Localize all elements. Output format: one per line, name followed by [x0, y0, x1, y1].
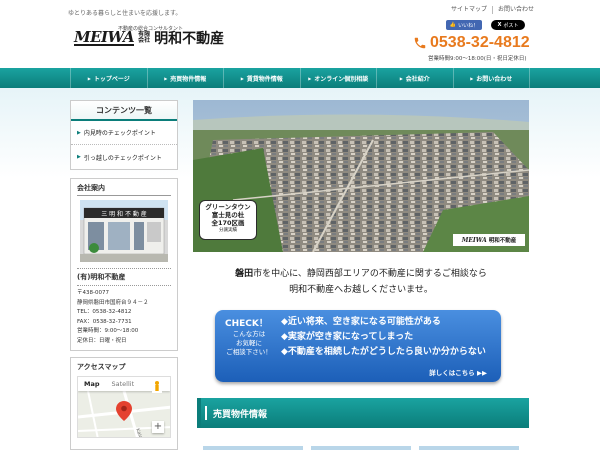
contents-menu-title: コンテンツ一覧 [71, 101, 177, 121]
access-map-box: アクセスマップ Kaidate Map Satellit + [70, 357, 178, 450]
property-card[interactable] [311, 446, 411, 450]
hero-aerial-photo: グリーンタウン 富士見の杜 全170区画 分譲実績 MEIWA 明和不動産 [193, 100, 529, 252]
svg-text:三 明 和 不 動 産: 三 明 和 不 動 産 [101, 210, 147, 218]
access-map-title: アクセスマップ [77, 363, 126, 371]
check-list: ◆近い将来、空き家になる可能性がある ◆実家が空き家になってしまった ◆不動産を… [281, 315, 486, 360]
thumbs-up-icon: 👍 [449, 22, 457, 28]
map-tab-satellite[interactable]: Satellit [106, 377, 141, 391]
check-item: ◆実家が空き家になってしまった [281, 332, 414, 342]
property-card[interactable] [419, 446, 519, 450]
hero-logo-name: 明和不動産 [488, 238, 517, 244]
company-postal: 〒438-0077 [77, 290, 109, 296]
x-post-label: ポスト [503, 22, 519, 29]
contact-link[interactable]: お問い合わせ [492, 6, 539, 14]
site-header: ゆとりある暮らしと住まいを応援します。 不動産の総合コンサルタント MEIWA … [0, 0, 600, 68]
sidebar-item-label: 内見時のチェックポイント [83, 130, 156, 137]
chevron-right-icon: ▶ [164, 75, 168, 81]
office-illustration: 三 明 和 不 動 産 [80, 200, 168, 262]
sidebar-item-moving-checkpoints[interactable]: ▶ 引っ越しのチェックポイント [71, 145, 177, 169]
check-side-line3: ご相談下さい！ [226, 348, 272, 356]
company-tel: TEL：0538-32-4812 [77, 309, 132, 315]
map-tab-map[interactable]: Map [78, 377, 106, 391]
check-more-link[interactable]: 詳しくはこちら ▶▶ [429, 367, 487, 377]
nav-label: お問い合わせ [476, 75, 513, 83]
company-holidays: 定休日：日曜・祝日 [77, 337, 127, 344]
nav-contact[interactable]: ▶ お問い合わせ [454, 68, 530, 88]
facebook-like-label: いいね！ [458, 22, 479, 29]
logo-company-kind: 有限会社 [138, 31, 151, 44]
sidebar: コンテンツ一覧 ▶ 内見時のチェックポイント ▶ 引っ越しのチェックポイント 会… [70, 100, 178, 351]
nav-label: 売買物件情報 [170, 75, 207, 83]
check-title: CHECK！ [225, 319, 268, 329]
intro-line2: 明和不動産へお越しくださいませ。 [289, 285, 433, 295]
chevron-right-icon: ▶ [240, 75, 244, 81]
contents-menu: コンテンツ一覧 ▶ 内見時のチェックポイント ▶ 引っ越しのチェックポイント [70, 100, 178, 170]
sidebar-item-label: 引っ越しのチェックポイント [83, 154, 162, 162]
x-icon: X [497, 22, 502, 28]
company-address: 静岡県磐田市国府台９４－２ [77, 299, 149, 306]
intro-city: 磐田 [235, 269, 254, 279]
nav-online-consultation[interactable]: ▶ オンライン個別相談 [301, 68, 377, 88]
check-item: ◆近い将来、空き家になる可能性がある [281, 317, 441, 327]
phone-number: 0538-32-4812 [430, 34, 530, 51]
hero-logo-mark: MEIWA [461, 236, 487, 244]
nav-label: オンライン個別相談 [314, 75, 369, 83]
chevron-right-icon: ▶ [87, 75, 91, 81]
chevron-right-icon: ▶ [399, 75, 403, 81]
sale-properties-heading: 売買物件情報 [193, 398, 529, 428]
company-name: (有)明和不動産 [77, 268, 171, 286]
triangle-right-icon: ▶ [77, 129, 81, 136]
check-item: ◆不動産を相続したがどうしたら良いか分からない [281, 347, 486, 357]
property-cards-peek [203, 446, 519, 450]
company-info-title: 会社案内 [77, 183, 171, 196]
nav-sale-properties[interactable]: ▶ 売買物件情報 [148, 68, 224, 88]
intro-text: 磐田市を中心に、静岡西部エリアの不動産に関するご相談なら 明和不動産へお越しくだ… [193, 266, 529, 298]
intro-line1: 市を中心に、静岡西部エリアの不動産に関するご相談なら [253, 269, 487, 279]
chevron-right-icon: ▶ [308, 75, 312, 81]
check-side-text: こんな方は お気軽に ご相談下さい！ [221, 330, 277, 357]
nav-company[interactable]: ▶ 会社紹介 [377, 68, 454, 88]
company-fax: FAX：0538-32-7731 [77, 318, 132, 325]
office-photo: 三 明 和 不 動 産 [80, 200, 168, 262]
sidebar-item-viewing-checkpoints[interactable]: ▶ 内見時のチェックポイント [71, 121, 177, 145]
nav-rental-properties[interactable]: ▶ 賃貸物件情報 [224, 68, 301, 88]
triangle-right-icon: ▶ [77, 154, 81, 160]
sitemap-link[interactable]: サイトマップ [446, 6, 492, 14]
company-info: 会社案内 三 明 和 不 動 産 (有)明和不動産 〒438-0077 静岡県磐… [70, 178, 178, 351]
phone-block[interactable]: 0538-32-4812 [413, 34, 530, 52]
badge-line1: グリーンタウン [205, 203, 251, 211]
badge-line4: 分譲実績 [219, 228, 237, 233]
check-side-line2: お気軽に [236, 339, 262, 347]
chevron-right-icon: ▶ [470, 75, 474, 81]
business-hours: 営業時間9:00～18:00(日・祝日定休日) [428, 56, 527, 62]
site-tagline: ゆとりある暮らしと住まいを応援します。 [68, 10, 182, 17]
property-card[interactable] [203, 446, 303, 450]
embedded-map[interactable]: Kaidate Map Satellit + [77, 376, 171, 438]
badge-line3: 全170区画 [211, 219, 245, 227]
development-badge: グリーンタウン 富士見の杜 全170区画 分譲実績 [199, 200, 257, 240]
phone-icon [414, 37, 426, 49]
check-side-line1: こんな方は [232, 330, 266, 338]
global-nav: ▶ トップページ ▶ 売買物件情報 ▶ 賃貸物件情報 ▶ オンライン個別相談 ▶ 会社紹介… [0, 68, 600, 88]
nav-label: トップページ [93, 75, 130, 83]
pegman-icon[interactable] [152, 379, 162, 393]
hero-logo: MEIWA 明和不動産 [453, 234, 525, 246]
zoom-in-button[interactable]: + [152, 421, 164, 433]
vacant-house-banner[interactable]: CHECK！ こんな方は お気軽に ご相談下さい！ ◆近い将来、空き家になる可能… [215, 310, 501, 382]
top-links: サイトマップ お問い合わせ [446, 6, 539, 14]
facebook-like-button[interactable]: 👍 いいね！ [446, 20, 482, 30]
x-post-button[interactable]: X ポスト [491, 20, 525, 30]
nav-label: 賃貸物件情報 [246, 75, 283, 83]
site-logo[interactable]: 不動産の総合コンサルタント MEIWA 有限会社 明和不動産 [74, 26, 224, 48]
nav-top-page[interactable]: ▶ トップページ [70, 68, 148, 88]
badge-line2: 富士見の杜 [211, 211, 245, 219]
map-pin-icon[interactable] [116, 401, 132, 421]
nav-label: 会社紹介 [405, 75, 430, 83]
logo-subtitle: 不動産の総合コンサルタント [118, 26, 184, 32]
logo-mark: MEIWA [74, 28, 135, 46]
company-hours: 営業時間：9:00～18:00 [77, 328, 139, 334]
